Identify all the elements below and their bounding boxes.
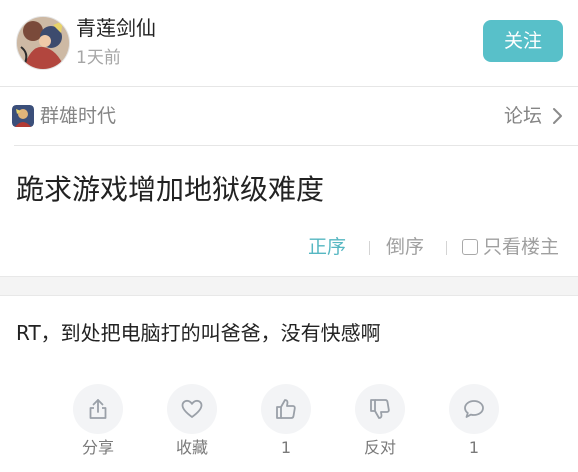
thumbs-up-icon [261, 384, 311, 434]
favorite-button[interactable]: 收藏 [162, 384, 222, 464]
author-header: 青莲剑仙 1天前 关注 [0, 0, 578, 86]
post-body: RT，到处把电脑打的叫爸爸，没有快感啊 [16, 321, 381, 345]
thumbs-down-icon [355, 384, 405, 434]
sort-ascending-button[interactable]: 正序 [308, 233, 346, 261]
section-separator [0, 276, 578, 296]
avatar-image [17, 17, 69, 69]
heart-icon [167, 384, 217, 434]
forum-link[interactable]: 论坛 [504, 102, 542, 130]
comment-icon [449, 384, 499, 434]
forum-name[interactable]: 群雄时代 [40, 102, 116, 130]
share-button[interactable]: 分享 [68, 384, 128, 464]
oppose-button[interactable]: 反对 [350, 384, 410, 464]
like-count: 1 [280, 438, 292, 457]
favorite-label: 收藏 [175, 438, 208, 457]
sort-separator [369, 241, 370, 255]
sort-descending-button[interactable]: 倒序 [386, 233, 424, 261]
checkbox-icon[interactable] [462, 239, 478, 255]
oppose-label: 反对 [363, 438, 396, 457]
author-name[interactable]: 青莲剑仙 [76, 14, 156, 42]
forum-game-icon [12, 105, 34, 127]
divider [14, 145, 578, 146]
share-label: 分享 [81, 438, 114, 457]
avatar[interactable] [16, 16, 70, 70]
comment-button[interactable]: 1 [444, 384, 504, 464]
share-icon [73, 384, 123, 434]
like-button[interactable]: 1 [256, 384, 316, 464]
chevron-right-icon[interactable] [550, 107, 566, 125]
comment-count: 1 [468, 438, 480, 457]
sort-separator [446, 241, 447, 255]
host-only-label: 只看楼主 [483, 236, 560, 258]
post-time: 1天前 [76, 48, 121, 68]
follow-button[interactable]: 关注 [483, 20, 563, 62]
divider [0, 86, 578, 87]
post-title: 跪求游戏增加地狱级难度 [16, 173, 325, 206]
